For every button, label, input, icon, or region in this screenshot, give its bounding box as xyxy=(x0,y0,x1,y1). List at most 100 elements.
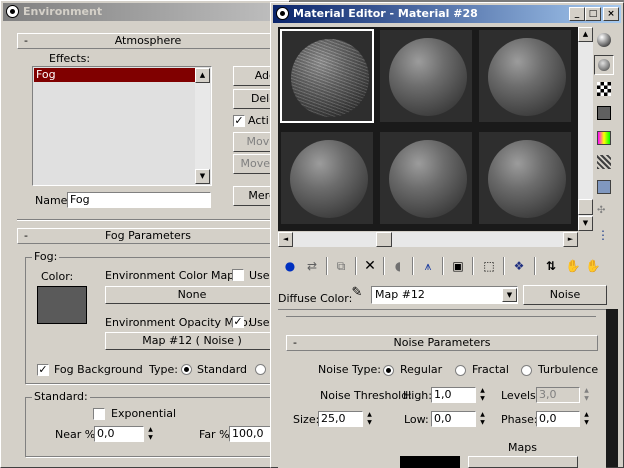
go-to-parent-icon[interactable]: ⇅ xyxy=(541,256,561,276)
scroll-up-icon[interactable]: ▲ xyxy=(195,68,210,83)
exponential-checkbox[interactable] xyxy=(93,408,105,420)
make-unique-icon[interactable]: ◖ xyxy=(388,256,408,276)
noise-type-regular-radio[interactable] xyxy=(383,365,394,376)
sample-uv-tiling-icon[interactable] xyxy=(597,106,611,120)
noise-parameters-rollout-header[interactable]: - Noise Parameters xyxy=(286,335,598,351)
color-1-swatch[interactable] xyxy=(400,456,460,468)
scroll-down-icon[interactable]: ▼ xyxy=(195,169,210,184)
toolbar-separator xyxy=(442,257,444,275)
backlight-button[interactable] xyxy=(594,55,614,75)
sample-type-sphere-icon[interactable] xyxy=(597,33,611,47)
hscroll-thumb[interactable] xyxy=(376,232,392,247)
exponential-label: Exponential xyxy=(111,407,177,420)
sample-slot-4[interactable] xyxy=(280,131,374,225)
show-map-in-viewport-icon[interactable]: ⬚ xyxy=(479,256,499,276)
phase-spinner-icon[interactable]: ▲ ▼ xyxy=(582,411,591,427)
effects-list-item-fog[interactable]: Fog xyxy=(34,68,195,82)
pick-material-icon[interactable]: ✋ xyxy=(583,256,603,276)
type-layered-radio[interactable] xyxy=(255,364,266,375)
scroll-left-icon[interactable]: ◄ xyxy=(278,232,293,247)
sample-slot-1[interactable] xyxy=(280,29,374,123)
fog-parameters-rollout-header[interactable]: - Fog Parameters xyxy=(17,228,279,244)
type-standard-radio[interactable] xyxy=(181,364,192,375)
material-sphere xyxy=(389,38,467,116)
near-spinner-icon[interactable]: ▲ ▼ xyxy=(146,426,155,442)
get-material-icon[interactable]: ● xyxy=(280,256,300,276)
select-by-material-icon[interactable]: ✣ xyxy=(597,204,611,218)
assign-to-selection-icon[interactable]: ⧉ xyxy=(331,256,351,276)
sample-slots-hscrollbar[interactable]: ◄ ► xyxy=(278,232,578,247)
go-forward-to-sibling-icon[interactable]: ✋ xyxy=(563,256,583,276)
toolbar-separator xyxy=(472,257,474,275)
eyedropper-icon[interactable]: ✎ xyxy=(347,283,367,303)
max-app-icon xyxy=(276,7,289,20)
environment-titlebar[interactable]: Environment xyxy=(3,3,287,21)
env-color-map-use-checkbox[interactable] xyxy=(232,269,244,281)
atmosphere-rollout-header[interactable]: - Atmosphere xyxy=(17,33,279,49)
map-type-button[interactable]: Noise xyxy=(523,285,607,305)
sample-slot-3[interactable] xyxy=(478,29,572,123)
low-spinner-icon[interactable]: ▲ ▼ xyxy=(478,411,487,427)
phase-field[interactable]: 0,0 xyxy=(536,411,580,427)
toolbar-separator xyxy=(503,257,505,275)
vscroll-thumb[interactable] xyxy=(578,199,593,215)
video-color-check-icon[interactable] xyxy=(597,131,611,145)
effects-listbox[interactable]: Fog ▲ ▼ xyxy=(32,66,212,186)
scroll-right-icon[interactable]: ► xyxy=(563,232,578,247)
reset-map-icon[interactable]: ✕ xyxy=(360,256,380,276)
map-name-dropdown[interactable]: Map #12 ▼ xyxy=(371,286,518,304)
show-end-result-icon[interactable]: ❖ xyxy=(509,256,529,276)
noise-threshold-label: Noise Threshold: xyxy=(320,389,412,402)
scroll-up-icon[interactable]: ▲ xyxy=(578,27,593,42)
maximize-button[interactable]: □ xyxy=(585,7,601,21)
high-field[interactable]: 1,0 xyxy=(431,387,476,403)
type-standard-label: Standard xyxy=(197,363,248,376)
fog-color-swatch[interactable] xyxy=(37,286,87,324)
env-color-use-label: Use xyxy=(249,269,270,282)
sample-slot-5[interactable] xyxy=(379,131,473,225)
backlight-icon xyxy=(598,59,610,71)
low-label: Low: xyxy=(404,413,429,426)
effects-list-scrollbar[interactable]: ▲ ▼ xyxy=(195,68,210,184)
active-checkbox[interactable]: ✓ xyxy=(233,115,245,127)
sample-slot-6[interactable] xyxy=(478,131,572,225)
rollout-divider xyxy=(17,219,279,221)
minimize-button[interactable]: _ xyxy=(569,7,585,21)
fog-background-checkbox[interactable]: ✓ xyxy=(37,364,49,376)
type-label: Type: xyxy=(149,363,178,376)
background-checker-icon[interactable] xyxy=(597,82,611,96)
levels-spinner-icon[interactable]: ▲ ▼ xyxy=(582,387,591,403)
parameters-scrollbar[interactable] xyxy=(606,309,618,467)
effects-label: Effects: xyxy=(49,52,91,65)
near-field[interactable]: 0,0 xyxy=(94,426,144,442)
noise-type-fractal-radio[interactable] xyxy=(455,365,466,376)
size-spinner-icon[interactable]: ▲ ▼ xyxy=(365,411,374,427)
material-editor-titlebar[interactable]: Material Editor - Material #28 _ □ × xyxy=(273,5,621,23)
effect-name-field[interactable]: Fog xyxy=(67,192,211,208)
env-color-map-button[interactable]: None xyxy=(105,286,279,304)
material-sphere xyxy=(488,140,566,218)
env-opacity-map-use-checkbox[interactable]: ✓ xyxy=(232,316,244,328)
high-spinner-icon[interactable]: ▲ ▼ xyxy=(478,387,487,403)
noise-type-turbulence-radio[interactable] xyxy=(521,365,532,376)
size-label: Size: xyxy=(293,413,320,426)
env-opacity-map-button[interactable]: Map #12 ( Noise ) xyxy=(105,332,279,350)
levels-field[interactable]: 3,0 xyxy=(536,387,580,403)
put-to-library-icon[interactable]: ⩚ xyxy=(418,256,438,276)
material-map-navigator-icon[interactable]: ⋮ xyxy=(597,228,611,242)
sample-slots-vscrollbar[interactable]: ▲ ▼ xyxy=(578,27,593,231)
chevron-down-icon[interactable]: ▼ xyxy=(502,288,517,302)
put-to-scene-icon[interactable]: ⇄ xyxy=(302,256,322,276)
material-effects-channel-icon[interactable]: ▣ xyxy=(448,256,468,276)
close-button[interactable]: × xyxy=(603,7,619,21)
color-1-map-button[interactable] xyxy=(468,456,578,468)
make-preview-icon[interactable] xyxy=(597,155,611,169)
low-field[interactable]: 0,0 xyxy=(431,411,476,427)
sample-slot-2[interactable] xyxy=(379,29,473,123)
size-field[interactable]: 25,0 xyxy=(318,411,363,427)
scroll-down-icon[interactable]: ▼ xyxy=(578,216,593,231)
toolbar-separator xyxy=(534,257,536,275)
options-icon[interactable] xyxy=(597,180,611,194)
collapse-icon: - xyxy=(24,34,28,47)
material-sphere xyxy=(488,38,566,116)
